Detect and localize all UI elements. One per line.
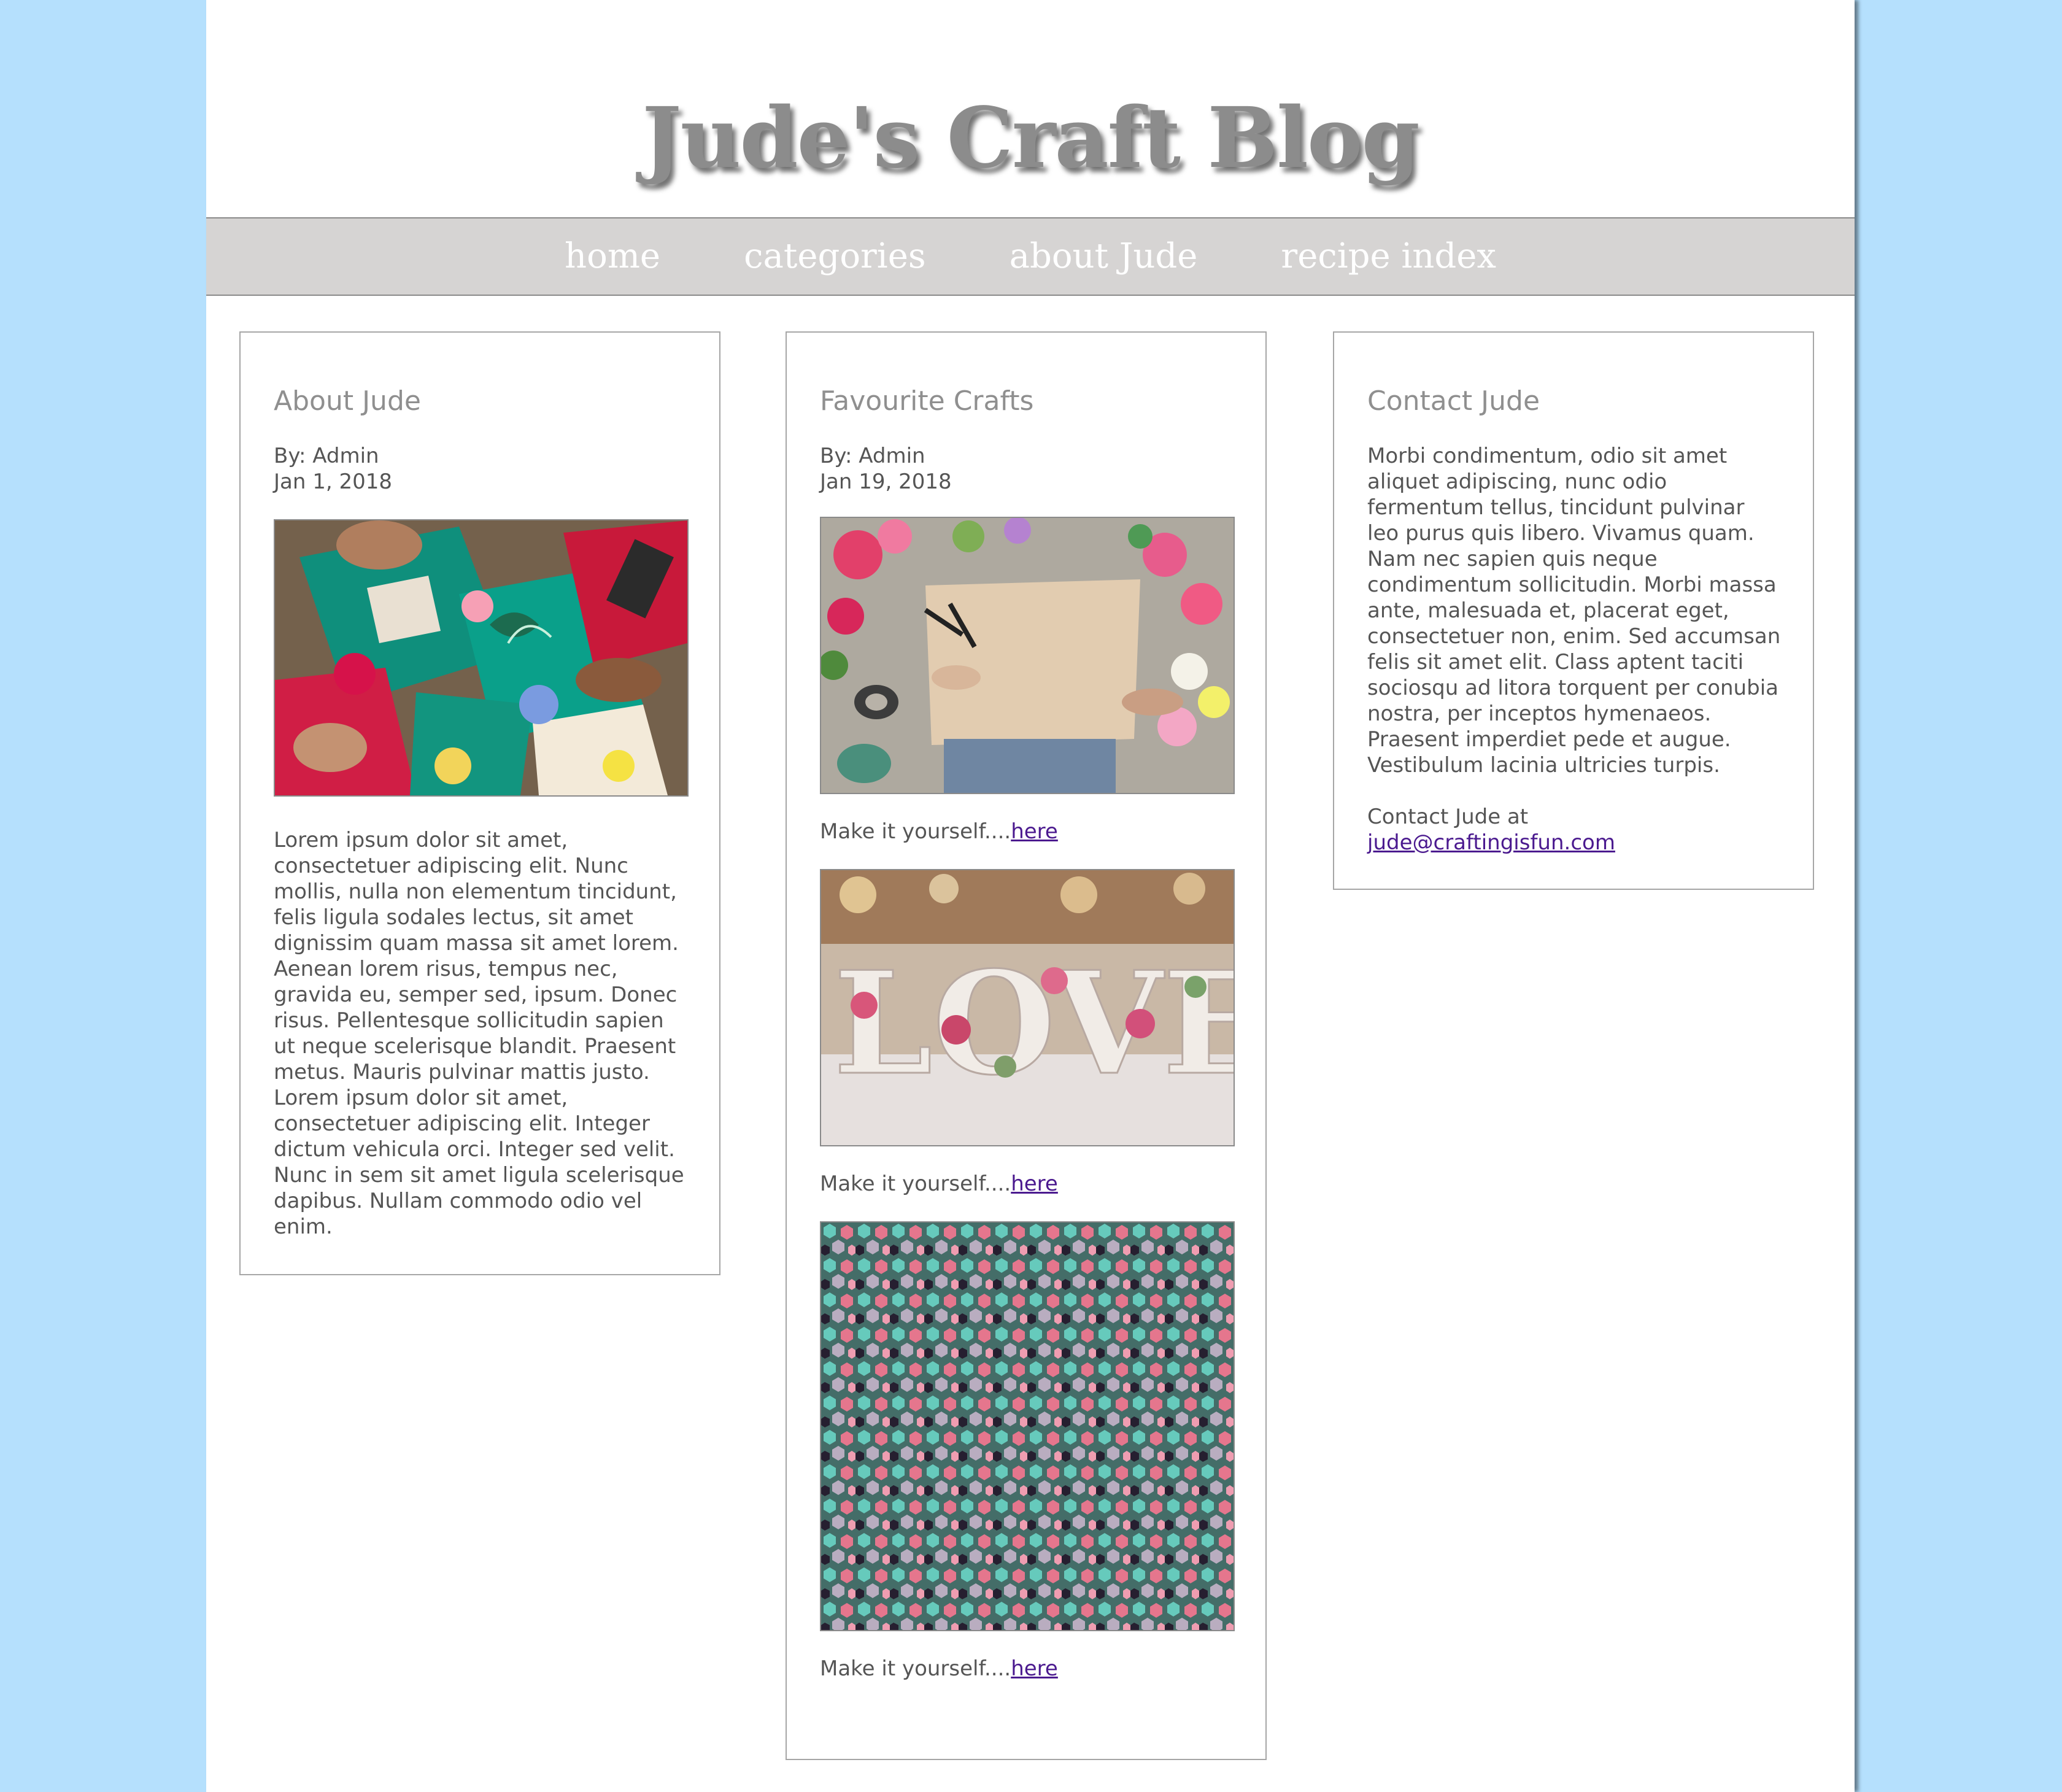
- favourites-meta: By: Admin Jan 19, 2018: [820, 443, 1234, 495]
- contact-line: Contact Jude at jude@craftingisfun.com: [1367, 804, 1781, 855]
- favourite-item-1: Make it yourself....here: [820, 819, 1234, 844]
- nav-recipe-index[interactable]: recipe index: [1281, 239, 1496, 274]
- favourite-link-1[interactable]: here: [1011, 819, 1058, 844]
- love-letters-photo: LOVE: [820, 869, 1235, 1146]
- favourites-date: Jan 19, 2018: [820, 469, 952, 494]
- about-meta: By: Admin Jan 1, 2018: [274, 443, 687, 495]
- favourite-crafts-card: Favourite Crafts By: Admin Jan 19, 2018: [786, 331, 1267, 1760]
- favourites-author: By: Admin: [820, 444, 925, 468]
- glitter-sequins-photo: [820, 1221, 1235, 1631]
- paper-crafts-photo: [274, 519, 689, 797]
- contact-heading: Contact Jude: [1367, 385, 1540, 417]
- favourite-caption-2: Make it yourself....: [820, 1172, 1011, 1196]
- about-author: By: Admin: [274, 444, 379, 468]
- contact-prefix: Contact Jude at: [1367, 805, 1529, 829]
- site-header: Jude's Craft Blog: [206, 0, 1855, 217]
- contact-body: Morbi condimentum, odio sit amet aliquet…: [1367, 444, 1781, 778]
- svg-text:LOVE: LOVE: [833, 941, 1234, 1106]
- contact-card: Contact Jude Morbi condimentum, odio sit…: [1333, 331, 1814, 890]
- about-date: Jan 1, 2018: [274, 469, 392, 494]
- favourite-item-3: Make it yourself....here: [820, 1656, 1234, 1682]
- favourite-link-3[interactable]: here: [1011, 1656, 1058, 1681]
- contact-email-link[interactable]: jude@craftingisfun.com: [1367, 830, 1615, 855]
- about-body: Lorem ipsum dolor sit amet, consectetuer…: [274, 828, 684, 1239]
- site-title: Jude's Craft Blog: [642, 89, 1420, 187]
- nav-about-jude[interactable]: about Jude: [1010, 239, 1198, 274]
- page: Jude's Craft Blog home categories about …: [206, 0, 1855, 1792]
- about-heading: About Jude: [274, 385, 421, 417]
- nav-home[interactable]: home: [565, 239, 660, 274]
- favourite-caption-3: Make it yourself....: [820, 1656, 1011, 1681]
- favourites-heading: Favourite Crafts: [820, 385, 1034, 417]
- flowers-and-paper-photo: [820, 517, 1235, 794]
- favourite-caption-1: Make it yourself....: [820, 819, 1011, 844]
- nav-categories[interactable]: categories: [744, 239, 926, 274]
- about-card: About Jude By: Admin Jan 1, 2018 Lorem i…: [239, 331, 720, 1275]
- main-nav: home categories about Jude recipe index: [206, 217, 1855, 296]
- favourite-item-2: Make it yourself....here: [820, 1171, 1234, 1197]
- favourite-link-2[interactable]: here: [1011, 1172, 1058, 1196]
